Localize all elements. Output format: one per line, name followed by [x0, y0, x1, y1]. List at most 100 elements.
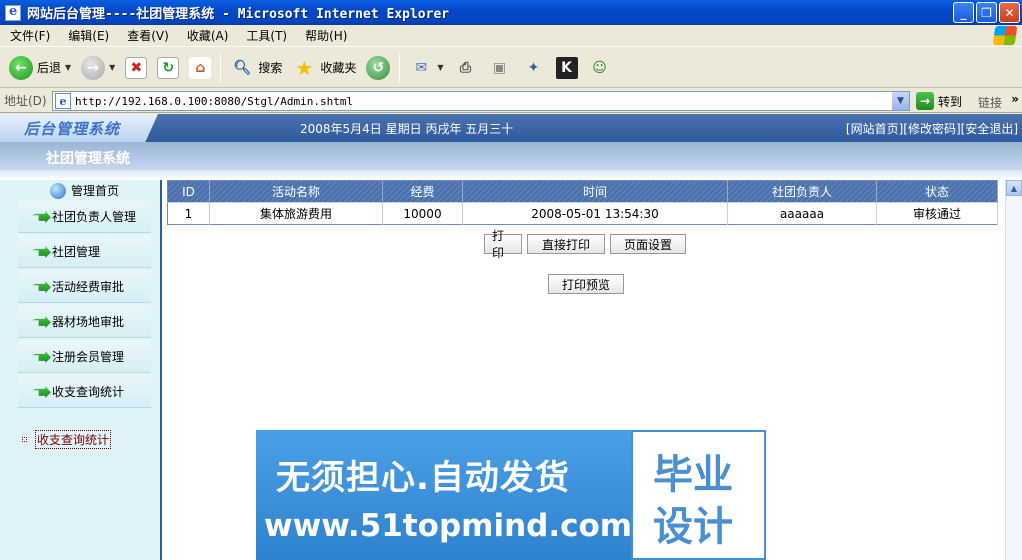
banner-line1: 无须担心.自动发货 — [276, 458, 570, 498]
k-icon: K — [555, 56, 578, 79]
close-button[interactable]: ✕ — [999, 2, 1020, 23]
sidebar-item-label: 社团负责人管理 — [52, 209, 137, 224]
table-row: 1 集体旅游费用 10000 2008-05-01 13:54:30 aaaaa… — [167, 202, 998, 225]
printer-icon: ⎙ — [459, 59, 472, 76]
search-button[interactable]: 🔍︎ 搜索 — [227, 52, 285, 84]
cell-leader: aaaaaa — [727, 202, 877, 225]
edit-icon: ▣ — [492, 59, 507, 76]
sidebar-item-leader-management[interactable]: 社团负责人管理 — [18, 200, 151, 233]
menu-edit[interactable]: 编辑(E) — [58, 27, 117, 44]
menu-view[interactable]: 查看(V) — [117, 27, 177, 44]
green-arrow-icon — [32, 386, 51, 398]
vertical-scrollbar[interactable]: ▲ — [1005, 180, 1022, 560]
sidebar: 管理首页 社团负责人管理 社团管理 活动经费审批 器材场地审批 注册会员管理 收… — [0, 180, 162, 560]
sidebar-item-label: 活动经费审批 — [52, 279, 125, 294]
green-arrow-icon — [32, 246, 51, 258]
stop-button[interactable]: ✖ — [122, 52, 150, 84]
sidebar-subitem-finance-stats[interactable]: 收支查询统计 — [22, 430, 112, 449]
watermark-banner: 无须担心.自动发货 www.51topmind.com 毕业 设计 — [256, 430, 766, 560]
messenger-button[interactable]: ☺ — [585, 52, 615, 84]
back-arrow-icon: ← — [9, 55, 33, 80]
header-band — [0, 170, 1022, 180]
print-toolbar-button[interactable]: ⎙ — [451, 52, 481, 84]
menu-favorites[interactable]: 收藏(A) — [177, 27, 237, 44]
history-button[interactable]: ↺ — [363, 52, 393, 84]
mail-dropdown-icon[interactable]: ▼ — [437, 63, 443, 72]
back-label: 后退 — [37, 61, 62, 75]
site-logo: 后台管理系统 — [0, 114, 158, 142]
col-id: ID — [167, 180, 210, 203]
globe-icon — [50, 182, 66, 199]
go-arrow-icon: → — [916, 92, 934, 110]
finance-table: ID 活动名称 经费 时间 社团负责人 状态 1 集体旅游费用 10000 20… — [167, 180, 998, 225]
cell-id: 1 — [167, 202, 210, 225]
menu-tools[interactable]: 工具(T) — [236, 27, 295, 44]
green-arrow-icon — [32, 281, 51, 293]
back-button[interactable]: ← 后退 ▼ — [6, 52, 74, 84]
address-input[interactable]: e http://192.168.0.100:8080/Stgl/Admin.s… — [52, 91, 910, 111]
discuss-button[interactable]: ✦ — [519, 52, 549, 84]
address-dropdown-icon[interactable]: ▼ — [892, 92, 909, 110]
sidebar-item-equipment-venue[interactable]: 器材场地审批 — [18, 305, 151, 338]
banner-right-panel: 毕业 设计 — [633, 432, 764, 558]
sidebar-item-label: 社团管理 — [52, 244, 101, 259]
minimize-button[interactable]: _ — [953, 2, 974, 23]
col-activity: 活动名称 — [209, 180, 383, 203]
favorites-label: 收藏夹 — [320, 61, 357, 75]
sidebar-item-club-management[interactable]: 社团管理 — [18, 235, 151, 268]
table-header-row: ID 活动名称 经费 时间 社团负责人 状态 — [167, 180, 998, 203]
favorites-button[interactable]: ★ 收藏夹 — [289, 52, 359, 84]
back-dropdown-icon[interactable]: ▼ — [65, 63, 71, 72]
sub-header: 社团管理系统 — [0, 142, 1022, 170]
sidebar-subitem-label[interactable]: 收支查询统计 — [35, 430, 112, 449]
sidebar-item-member-management[interactable]: 注册会员管理 — [18, 340, 151, 373]
print-preview-button[interactable]: 打印预览 — [548, 274, 624, 294]
print-button[interactable]: 打印 — [484, 229, 522, 260]
toolbar-separator — [220, 53, 222, 82]
go-button[interactable]: → 转到 — [916, 92, 962, 110]
direct-print-button[interactable]: 直接打印 — [527, 234, 605, 254]
sidebar-home-label: 管理首页 — [71, 184, 120, 198]
forward-dropdown-icon[interactable]: ▼ — [109, 63, 115, 72]
address-url[interactable]: http://192.168.0.100:8080/Stgl/Admin.sht… — [75, 95, 353, 108]
site-header: 后台管理系统 2008年5月4日 星期日 丙戌年 五月三十 [网站首页][修改密… — [0, 114, 1022, 142]
address-label: 地址(D) — [4, 94, 47, 108]
site-date: 2008年5月4日 星期日 丙戌年 五月三十 — [300, 122, 514, 136]
mail-button[interactable]: ✉ ▼ — [406, 52, 446, 84]
col-leader: 社团负责人 — [727, 180, 877, 203]
site-top-links[interactable]: [网站首页][修改密码][安全退出] — [846, 120, 1018, 137]
menu-bar: 文件(F) 编辑(E) 查看(V) 收藏(A) 工具(T) 帮助(H) — [0, 25, 1022, 47]
search-label: 搜索 — [258, 61, 283, 75]
star-icon: ★ — [295, 55, 314, 80]
sidebar-item-activity-funding[interactable]: 活动经费审批 — [18, 270, 151, 303]
forward-button[interactable]: → ▼ — [78, 52, 118, 84]
window-title: 网站后台管理----社团管理系统 - Microsoft Internet Ex… — [27, 7, 450, 22]
toolbar: ← 后退 ▼ → ▼ ✖ ↻ ⌂ 🔍︎ 搜索 ★ 收藏夹 ↺ ✉ ▼ ⎙ ▣ ✦… — [0, 48, 1022, 88]
window-title-bar: 网站后台管理----社团管理系统 - Microsoft Internet Ex… — [0, 0, 1022, 25]
scroll-up-arrow-icon[interactable]: ▲ — [1006, 180, 1022, 196]
k-toolbar-button[interactable]: K — [553, 52, 581, 84]
page-icon: e — [55, 93, 71, 109]
col-funding: 经费 — [382, 180, 463, 203]
stop-icon: ✖ — [125, 56, 148, 79]
menu-help[interactable]: 帮助(H) — [295, 27, 355, 44]
site-logo-text: 后台管理系统 — [24, 119, 121, 138]
home-button[interactable]: ⌂ — [186, 52, 214, 84]
banner-right-line2: 设计 — [653, 504, 733, 550]
cell-time: 2008-05-01 13:54:30 — [462, 202, 728, 225]
page-setup-button[interactable]: 页面设置 — [610, 234, 686, 254]
sidebar-item-label: 器材场地审批 — [52, 314, 125, 329]
mail-icon: ✉ — [415, 59, 428, 76]
go-label: 转到 — [938, 94, 963, 109]
maximize-button[interactable]: ❐ — [976, 2, 997, 23]
refresh-button[interactable]: ↻ — [154, 52, 182, 84]
links-label[interactable]: 链接 — [978, 94, 1002, 111]
menu-file[interactable]: 文件(F) — [0, 27, 58, 44]
toolbar-separator — [399, 53, 401, 82]
col-time: 时间 — [462, 180, 728, 203]
sidebar-home[interactable]: 管理首页 — [50, 182, 119, 199]
edit-toolbar-button[interactable]: ▣ — [485, 52, 515, 84]
links-chevron-icon[interactable]: » — [1011, 92, 1019, 106]
sidebar-item-finance-stats[interactable]: 收支查询统计 — [18, 375, 151, 408]
col-status: 状态 — [876, 180, 998, 203]
